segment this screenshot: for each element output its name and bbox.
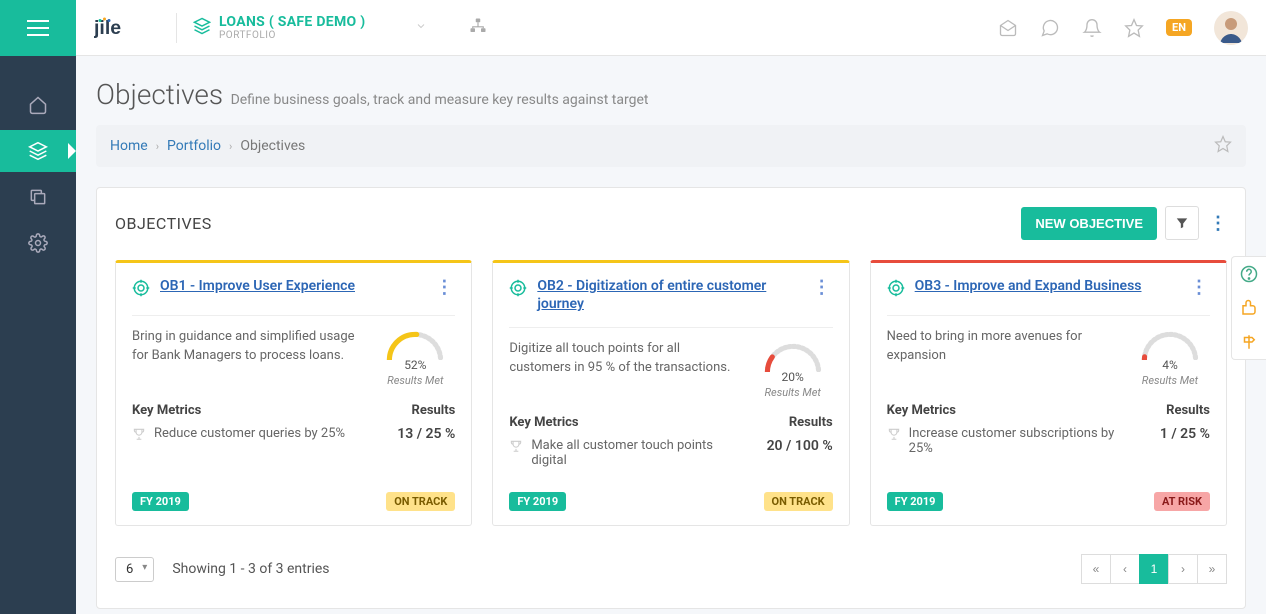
objective-card: OB2 - Digitization of entire customer jo… <box>492 260 849 526</box>
trophy-icon <box>509 439 523 457</box>
main-content: Objectives Define business goals, track … <box>76 56 1266 614</box>
nav-settings[interactable] <box>0 222 76 264</box>
divider <box>176 13 177 43</box>
top-header: jile LOANS ( SAFE DEMO ) PORTFOLIO EN <box>0 0 1266 56</box>
panel-more-icon[interactable]: ⋮ <box>1209 213 1227 234</box>
results-label: Results <box>743 415 833 430</box>
pager-next[interactable]: › <box>1168 554 1198 584</box>
breadcrumb: Home › Portfolio › Objectives <box>96 125 1246 167</box>
header-actions: EN <box>998 11 1266 45</box>
left-nav <box>0 56 76 614</box>
layers-icon <box>193 17 211 39</box>
bell-icon[interactable] <box>1082 18 1102 38</box>
results-label: Results <box>1120 403 1210 418</box>
filter-button[interactable] <box>1165 206 1199 240</box>
chevron-right-icon: › <box>156 140 159 153</box>
inbox-icon[interactable] <box>998 18 1018 38</box>
pager-last[interactable]: » <box>1197 554 1227 584</box>
target-icon <box>132 279 150 301</box>
key-metrics-label: Key Metrics <box>509 415 742 430</box>
breadcrumb-portfolio[interactable]: Portfolio <box>167 138 221 154</box>
avatar[interactable] <box>1214 11 1248 45</box>
star-icon[interactable] <box>1124 18 1144 38</box>
divider <box>887 315 1210 316</box>
favorite-star-icon[interactable] <box>1214 135 1232 157</box>
new-objective-button[interactable]: NEW OBJECTIVE <box>1021 207 1157 240</box>
signpost-icon[interactable] <box>1232 325 1266 359</box>
page-subtitle: Define business goals, track and measure… <box>231 92 649 108</box>
target-icon <box>887 279 905 301</box>
objective-card: OB1 - Improve User Experience ⋮ Bring in… <box>115 260 472 526</box>
menu-toggle-button[interactable] <box>0 0 76 56</box>
fy-badge: FY 2019 <box>132 492 189 511</box>
portfolio-subtitle: PORTFOLIO <box>219 30 365 41</box>
metric-result: 1 / 25 % <box>1120 426 1210 442</box>
objective-title-link[interactable]: OB2 - Digitization of entire customer jo… <box>537 277 810 313</box>
key-metrics-label: Key Metrics <box>132 403 365 418</box>
gauge-percent: 52% <box>375 358 455 372</box>
gauge: 52% Results Met <box>375 328 455 387</box>
gauge: 20% Results Met <box>753 340 833 399</box>
status-badge: ON TRACK <box>386 492 455 511</box>
nav-copy[interactable] <box>0 176 76 218</box>
objective-description: Bring in guidance and simplified usage f… <box>132 328 365 387</box>
metric-item: Make all customer touch points digital <box>509 438 742 468</box>
objective-title-link[interactable]: OB3 - Improve and Expand Business <box>915 277 1188 295</box>
gauge-percent: 20% <box>753 370 833 384</box>
divider <box>132 315 455 316</box>
chevron-right-icon: › <box>229 140 232 153</box>
showing-text: Showing 1 - 3 of 3 entries <box>172 561 329 577</box>
gauge-label: Results Met <box>1130 374 1210 387</box>
key-metrics-label: Key Metrics <box>887 403 1120 418</box>
panel-title: OBJECTIVES <box>115 214 212 233</box>
objective-more-icon[interactable]: ⋮ <box>433 277 455 298</box>
chevron-down-icon <box>415 20 427 36</box>
pager-first[interactable]: « <box>1081 554 1111 584</box>
language-badge[interactable]: EN <box>1166 19 1192 36</box>
fy-badge: FY 2019 <box>887 492 944 511</box>
target-icon <box>509 279 527 301</box>
breadcrumb-home[interactable]: Home <box>110 138 148 154</box>
objective-description: Need to bring in more avenues for expans… <box>887 328 1120 387</box>
trophy-icon <box>132 427 146 445</box>
objectives-panel: OBJECTIVES NEW OBJECTIVE ⋮ OB1 - Improve… <box>96 187 1246 609</box>
objective-card: OB3 - Improve and Expand Business ⋮ Need… <box>870 260 1227 526</box>
metric-result: 20 / 100 % <box>743 438 833 454</box>
gauge-percent: 4% <box>1130 358 1210 372</box>
breadcrumb-current: Objectives <box>240 138 305 154</box>
objective-more-icon[interactable]: ⋮ <box>1188 277 1210 298</box>
org-chart-icon[interactable] <box>469 17 487 39</box>
thumbs-up-icon[interactable] <box>1232 291 1266 325</box>
gauge: 4% Results Met <box>1130 328 1210 387</box>
pager-prev[interactable]: ‹ <box>1110 554 1140 584</box>
pagination: « ‹ 1 › » <box>1082 554 1227 584</box>
portfolio-title: LOANS ( SAFE DEMO ) <box>219 14 365 30</box>
help-icon[interactable] <box>1232 257 1266 291</box>
nav-layers[interactable] <box>0 130 76 172</box>
metric-item: Reduce customer queries by 25% <box>132 426 365 445</box>
trophy-icon <box>887 427 901 445</box>
page-size-select[interactable]: 6 <box>115 557 154 582</box>
nav-home[interactable] <box>0 84 76 126</box>
right-toolbar <box>1231 256 1266 360</box>
app-logo[interactable]: jile <box>76 14 172 42</box>
portfolio-selector[interactable]: LOANS ( SAFE DEMO ) PORTFOLIO <box>181 14 439 41</box>
status-badge: ON TRACK <box>764 492 833 511</box>
fy-badge: FY 2019 <box>509 492 566 511</box>
metric-item: Increase customer subscriptions by 25% <box>887 426 1120 456</box>
chat-icon[interactable] <box>1040 18 1060 38</box>
divider <box>509 327 832 328</box>
results-label: Results <box>365 403 455 418</box>
objective-more-icon[interactable]: ⋮ <box>811 277 833 298</box>
pager-page-1[interactable]: 1 <box>1139 554 1169 584</box>
objective-title-link[interactable]: OB1 - Improve User Experience <box>160 277 433 295</box>
page-title: Objectives <box>96 78 223 111</box>
objective-description: Digitize all touch points for all custom… <box>509 340 742 399</box>
gauge-label: Results Met <box>375 374 455 387</box>
metric-result: 13 / 25 % <box>365 426 455 442</box>
gauge-label: Results Met <box>753 386 833 399</box>
status-badge: AT RISK <box>1154 492 1210 511</box>
